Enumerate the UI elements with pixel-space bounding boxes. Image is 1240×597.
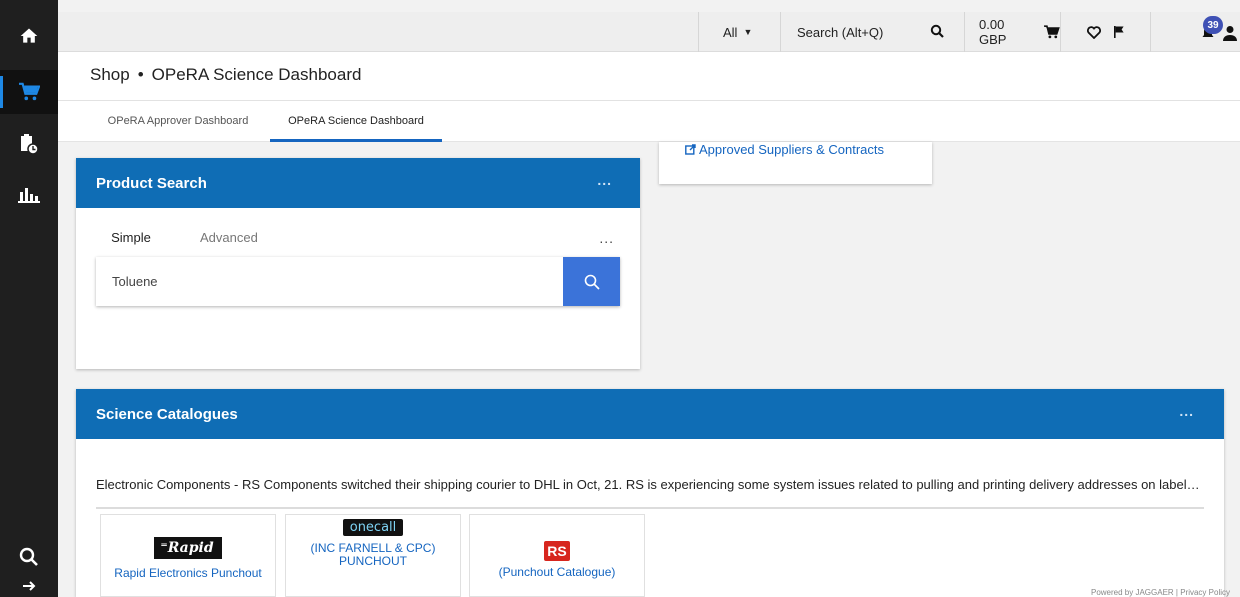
tab-approver-dashboard[interactable]: OPeRA Approver Dashboard [96,101,260,141]
cart-icon [19,82,40,101]
search-icon [584,274,600,290]
catalogue-notice: Electronic Components - RS Components sw… [96,477,1206,492]
home-button[interactable] [0,14,58,58]
shop-button[interactable] [0,70,58,114]
catalogue-tile-onecall[interactable]: onecall (INC FARNELL & CPC) PUNCHOUT [285,514,461,597]
cart-icon [1044,25,1060,39]
rail-search-button[interactable] [0,535,58,579]
product-search-input[interactable] [96,257,556,306]
expand-icon [23,581,36,591]
catalogue-tile-rs[interactable]: RS (Punchout Catalogue) [469,514,645,597]
dashboard-tabs: OPeRA Approver Dashboard OPeRA Science D… [58,101,1240,142]
product-search-title: Product Search [96,174,207,192]
catalogue-tile-label: (INC FARNELL & CPC) PUNCHOUT [310,541,436,568]
product-search-button[interactable] [563,257,620,306]
tab-simple-search[interactable]: Simple [96,230,166,259]
global-search-field[interactable]: Search (Alt+Q) [780,12,964,52]
approved-suppliers-card: Approved Suppliers & Contracts [659,142,932,184]
expand-rail-button[interactable] [0,575,58,597]
analytics-button[interactable] [0,172,58,216]
science-catalogues-card: Science Catalogues ... Electronic Compon… [76,389,1224,597]
science-catalogues-header: Science Catalogues ... [76,389,1224,439]
product-search-card: Product Search ... Simple Advanced ... [76,158,640,369]
user-area: 39 [1150,12,1240,52]
left-navigation-rail [0,0,58,597]
analytics-icon [18,188,40,203]
notification-count-badge[interactable]: 39 [1203,16,1223,34]
rs-logo: RS [470,541,644,561]
tab-science-dashboard[interactable]: OPeRA Science Dashboard [270,101,442,142]
search-mode-tabs: Simple Advanced ... [76,208,640,259]
external-link-icon [685,144,696,155]
favorites-and-flags [1060,12,1150,52]
science-catalogues-menu-button[interactable]: ... [1179,403,1194,419]
tab-advanced-search[interactable]: Advanced [200,230,258,245]
heart-icon[interactable] [1087,25,1101,39]
flag-icon[interactable] [1113,25,1125,39]
orders-history-button[interactable] [0,122,58,166]
global-search-placeholder: Search (Alt+Q) [797,24,884,40]
approved-suppliers-label: Approved Suppliers & Contracts [699,142,884,157]
breadcrumb-separator: • [137,65,144,84]
footer-text: Powered by JAGGAER | Privacy Policy [1090,588,1230,597]
breadcrumb-shop[interactable]: Shop [90,65,130,84]
search-icon[interactable] [930,24,944,38]
user-icon[interactable] [1223,25,1237,41]
history-icon [21,134,39,155]
search-options-menu-button[interactable]: ... [599,230,614,246]
home-icon [20,28,38,43]
chevron-down-icon: ▼ [743,27,753,37]
breadcrumb: Shop • OPeRA Science Dashboard [90,65,361,85]
product-search-menu-button[interactable]: ... [597,172,612,188]
onecall-logo: onecall [286,519,460,536]
catalogue-tile-label: Rapid Electronics Punchout [114,566,262,580]
approved-suppliers-link[interactable]: Approved Suppliers & Contracts [685,142,884,157]
science-catalogues-title: Science Catalogues [96,405,238,423]
rapid-logo: ⁼Rapid [101,537,275,559]
cart-total: 0.00 GBP [979,17,1007,47]
divider [96,507,1204,509]
catalogue-tile-label: (Punchout Catalogue) [498,565,616,579]
search-scope-label: All [723,24,738,40]
search-icon [19,547,38,566]
page-title: OPeRA Science Dashboard [151,65,362,84]
product-search-header: Product Search ... [76,158,640,208]
top-bar: All ▼ Search (Alt+Q) 0.00 GBP 39 [58,12,1240,52]
catalogue-tile-rapid[interactable]: ⁼Rapid Rapid Electronics Punchout [100,514,276,597]
page-header: Shop • OPeRA Science Dashboard [58,52,1240,101]
product-search-box [96,257,620,306]
cart-button[interactable]: 0.00 GBP [964,12,1060,52]
search-scope-dropdown[interactable]: All ▼ [698,12,780,52]
